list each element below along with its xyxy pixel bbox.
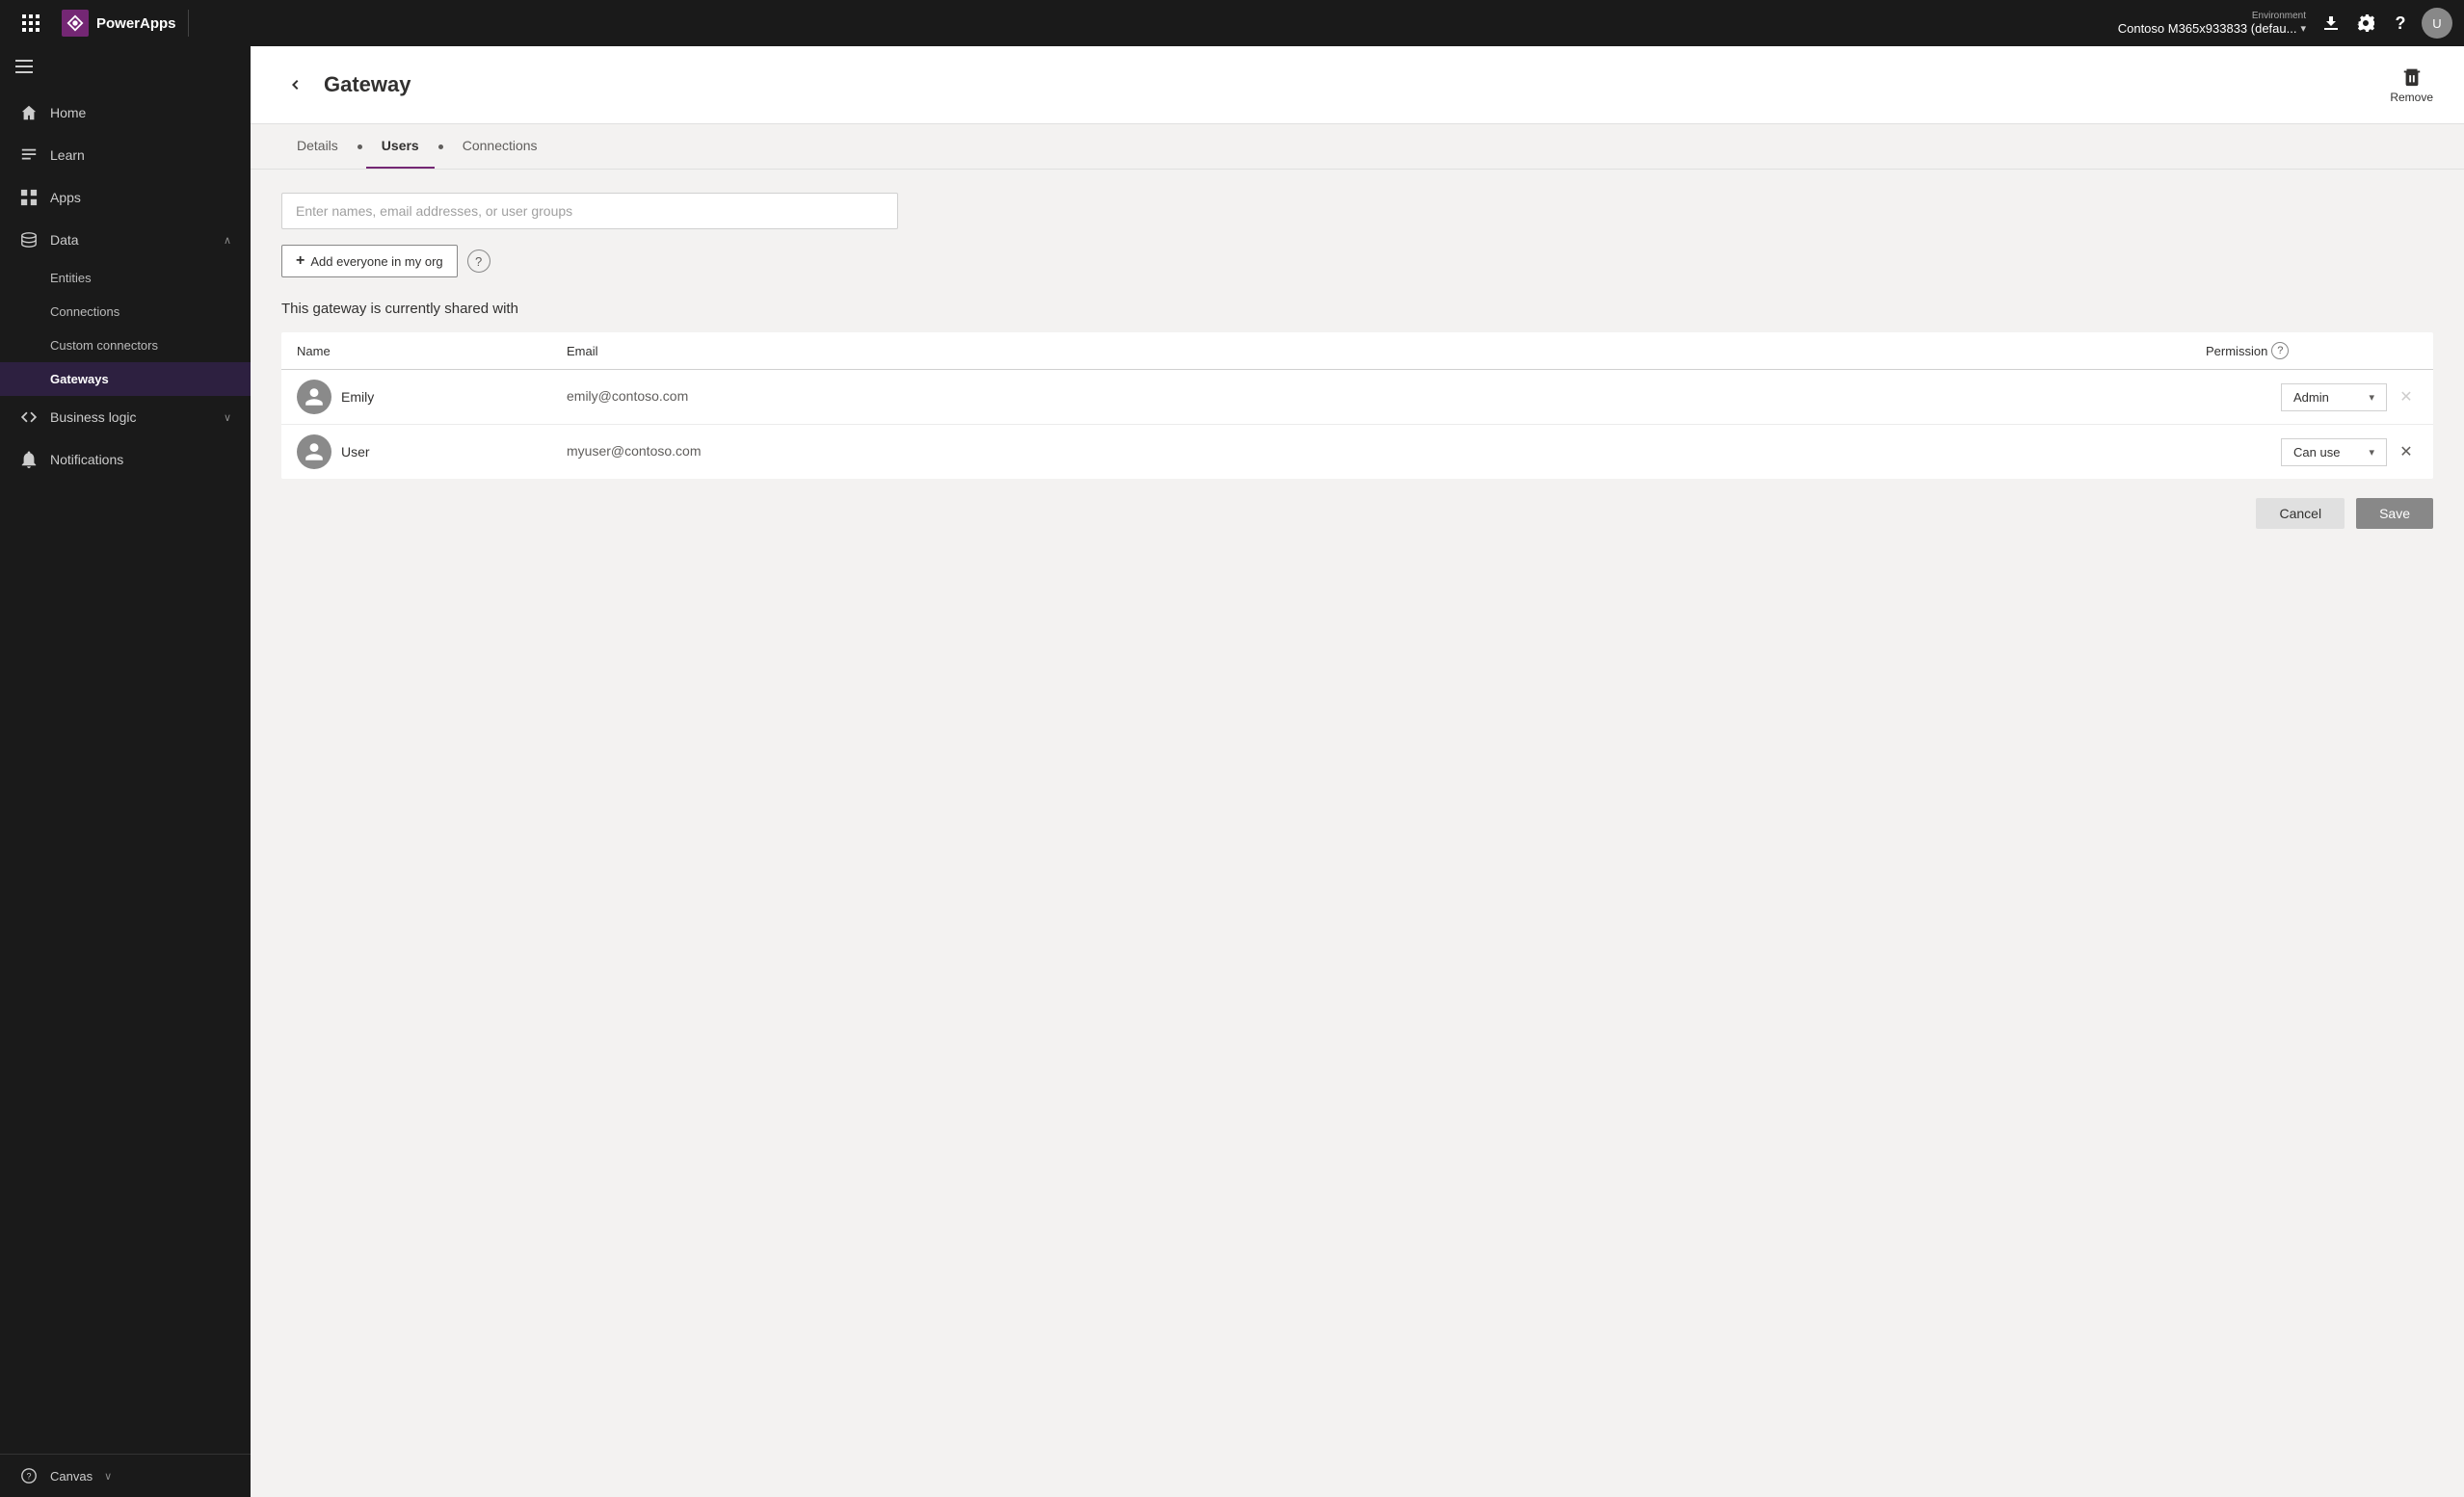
sidebar-hamburger-button[interactable] bbox=[0, 46, 251, 92]
content-area: + Add everyone in my org ? This gateway … bbox=[251, 170, 2464, 1497]
logo-box bbox=[62, 10, 89, 37]
settings-button[interactable] bbox=[2348, 6, 2383, 40]
help-button[interactable]: ? bbox=[2383, 6, 2418, 40]
remove-button[interactable]: Remove bbox=[2390, 66, 2433, 104]
sidebar-canvas-label: Canvas bbox=[50, 1469, 93, 1484]
home-icon bbox=[19, 103, 39, 122]
sidebar-sub-item-custom-connectors[interactable]: Custom connectors bbox=[0, 328, 251, 362]
sidebar-apps-label: Apps bbox=[50, 190, 231, 205]
back-button[interactable] bbox=[281, 69, 312, 100]
sidebar-canvas-item[interactable]: ? Canvas ∨ bbox=[0, 1455, 251, 1497]
add-icon: + bbox=[296, 252, 305, 270]
permission-dropdown[interactable]: Admin ▾ bbox=[2281, 383, 2387, 411]
data-chevron-icon: ∧ bbox=[224, 234, 231, 247]
user-search-input[interactable] bbox=[281, 193, 898, 229]
permission-value: Admin bbox=[2293, 390, 2329, 405]
sidebar-bottom: ? Canvas ∨ bbox=[0, 1454, 251, 1497]
sidebar-item-home[interactable]: Home bbox=[0, 92, 251, 134]
permission-cell: Admin ▾ ✕ bbox=[2206, 383, 2418, 411]
add-everyone-label: Add everyone in my org bbox=[310, 254, 442, 269]
add-everyone-button[interactable]: + Add everyone in my org bbox=[281, 245, 458, 277]
download-button[interactable] bbox=[2314, 6, 2348, 40]
remove-label: Remove bbox=[2390, 91, 2433, 104]
page-header: Gateway Remove bbox=[251, 46, 2464, 124]
tab-separator-1 bbox=[358, 144, 362, 149]
permission-chevron-icon: ▾ bbox=[2369, 446, 2374, 459]
tab-details[interactable]: Details bbox=[281, 124, 354, 169]
permission-cell: Can use ▾ ✕ bbox=[2206, 438, 2418, 466]
permission-value: Can use bbox=[2293, 445, 2340, 460]
table-row: Emily emily@contoso.com Admin ▾ ✕ bbox=[281, 370, 2433, 425]
environment-selector[interactable]: Environment Contoso M365x933833 (defau..… bbox=[2118, 11, 2306, 36]
main-content: Gateway Remove Details Users Connections bbox=[251, 46, 2464, 1497]
tab-details-label: Details bbox=[297, 138, 338, 153]
topbar: PowerApps Environment Contoso M365x93383… bbox=[0, 0, 2464, 46]
user-email-cell: emily@contoso.com bbox=[567, 388, 2206, 406]
sidebar-sub-item-connections[interactable]: Connections bbox=[0, 295, 251, 328]
sidebar-item-business-logic[interactable]: Business logic ∨ bbox=[0, 396, 251, 438]
sidebar-item-apps[interactable]: Apps bbox=[0, 176, 251, 219]
tab-bar: Details Users Connections bbox=[251, 124, 2464, 170]
sidebar: Home Learn Apps Data ∧ Entities Connecti… bbox=[0, 46, 251, 1497]
sidebar-item-learn[interactable]: Learn bbox=[0, 134, 251, 176]
sidebar-business-logic-label: Business logic bbox=[50, 409, 212, 425]
tab-users-label: Users bbox=[382, 138, 419, 153]
data-icon bbox=[19, 230, 39, 250]
sidebar-learn-label: Learn bbox=[50, 147, 231, 163]
avatar bbox=[297, 380, 331, 414]
permission-help-icon[interactable]: ? bbox=[2271, 342, 2289, 359]
canvas-icon: ? bbox=[19, 1466, 39, 1485]
add-everyone-row: + Add everyone in my org ? bbox=[281, 245, 2433, 277]
user-name: User bbox=[341, 444, 370, 460]
business-logic-chevron-icon: ∨ bbox=[224, 411, 231, 424]
col-permission: Permission ? bbox=[2206, 342, 2418, 359]
svg-text:?: ? bbox=[26, 1472, 31, 1482]
remove-user-button[interactable]: ✕ bbox=[2395, 440, 2418, 463]
remove-user-button[interactable]: ✕ bbox=[2395, 385, 2418, 408]
table-header: Name Email Permission ? bbox=[281, 332, 2433, 370]
user-name-cell: Emily bbox=[297, 380, 567, 414]
avatar bbox=[297, 434, 331, 469]
user-avatar[interactable]: U bbox=[2422, 8, 2452, 39]
env-chevron-icon: ▾ bbox=[2300, 22, 2306, 35]
add-help-icon[interactable]: ? bbox=[467, 250, 490, 273]
code-icon bbox=[19, 407, 39, 427]
tab-separator-2 bbox=[438, 144, 443, 149]
sidebar-sub-item-entities[interactable]: Entities bbox=[0, 261, 251, 295]
footer-actions: Cancel Save bbox=[281, 479, 2433, 529]
canvas-chevron-icon: ∨ bbox=[104, 1470, 112, 1483]
tab-connections[interactable]: Connections bbox=[447, 124, 553, 169]
tab-users[interactable]: Users bbox=[366, 124, 435, 169]
app-title: PowerApps bbox=[96, 15, 176, 32]
user-name: Emily bbox=[341, 389, 374, 405]
tab-connections-label: Connections bbox=[463, 138, 538, 153]
user-email-cell: myuser@contoso.com bbox=[567, 443, 2206, 460]
shared-with-label: This gateway is currently shared with bbox=[281, 301, 2433, 317]
user-name-cell: User bbox=[297, 434, 567, 469]
sidebar-sub-item-gateways[interactable]: Gateways bbox=[0, 362, 251, 396]
table-row: User myuser@contoso.com Can use ▾ ✕ bbox=[281, 425, 2433, 479]
col-email: Email bbox=[567, 342, 2206, 359]
sidebar-notifications-label: Notifications bbox=[50, 452, 231, 467]
sidebar-data-label: Data bbox=[50, 232, 212, 248]
sidebar-home-label: Home bbox=[50, 105, 231, 120]
apps-icon bbox=[19, 188, 39, 207]
learn-icon bbox=[19, 145, 39, 165]
user-email: myuser@contoso.com bbox=[567, 443, 701, 459]
sidebar-item-data[interactable]: Data ∧ bbox=[0, 219, 251, 261]
permission-chevron-icon: ▾ bbox=[2369, 391, 2374, 404]
waffle-menu-button[interactable] bbox=[12, 4, 50, 42]
col-name: Name bbox=[297, 342, 567, 359]
env-value: Contoso M365x933833 (defau... ▾ bbox=[2118, 21, 2306, 36]
page-title: Gateway bbox=[324, 72, 2390, 97]
save-button[interactable]: Save bbox=[2356, 498, 2433, 529]
user-email: emily@contoso.com bbox=[567, 388, 688, 404]
permission-dropdown[interactable]: Can use ▾ bbox=[2281, 438, 2387, 466]
app-logo: PowerApps bbox=[50, 10, 189, 37]
bell-icon bbox=[19, 450, 39, 469]
cancel-button[interactable]: Cancel bbox=[2256, 498, 2345, 529]
users-table: Name Email Permission ? Emily bbox=[281, 332, 2433, 479]
sidebar-item-notifications[interactable]: Notifications bbox=[0, 438, 251, 481]
env-label: Environment bbox=[2252, 11, 2306, 21]
